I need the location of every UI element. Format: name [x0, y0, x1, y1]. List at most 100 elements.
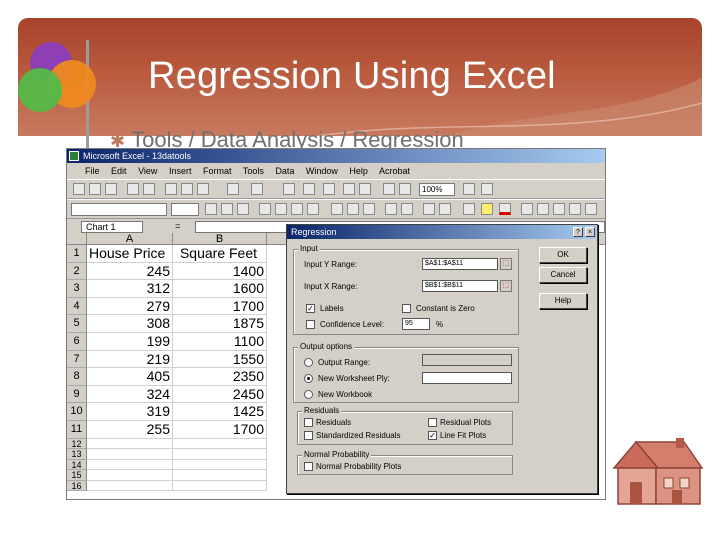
- cell-a[interactable]: 279: [87, 297, 173, 316]
- align-center-icon[interactable]: [275, 203, 287, 215]
- new-worksheet-name-field[interactable]: [422, 372, 512, 384]
- menu-format[interactable]: Format: [203, 166, 232, 176]
- row-header[interactable]: 4: [67, 297, 87, 316]
- row-header[interactable]: 5: [67, 315, 87, 333]
- dialog-help-icon[interactable]: ?: [573, 227, 583, 237]
- menu-acrobat[interactable]: Acrobat: [379, 166, 410, 176]
- row-header[interactable]: 9: [67, 385, 87, 404]
- clipboard-icon[interactable]: [585, 203, 597, 215]
- corner-select-all[interactable]: [67, 233, 87, 245]
- cut-icon[interactable]: [165, 183, 177, 195]
- cell-b[interactable]: Square Feet: [173, 245, 267, 263]
- cell-b[interactable]: 1425: [173, 403, 267, 421]
- cell-b[interactable]: [173, 438, 267, 450]
- print-icon[interactable]: [127, 183, 139, 195]
- menu-edit[interactable]: Edit: [111, 166, 127, 176]
- menu-data[interactable]: Data: [275, 166, 294, 176]
- row-header[interactable]: 11: [67, 421, 87, 439]
- percent-icon[interactable]: [347, 203, 359, 215]
- cell-a[interactable]: 255: [87, 421, 173, 439]
- name-box[interactable]: Chart 1: [81, 221, 143, 233]
- output-range-field[interactable]: [422, 354, 512, 366]
- cell-a[interactable]: [87, 470, 173, 481]
- cell-b[interactable]: 1550: [173, 350, 267, 369]
- toolbar-extra-icon[interactable]: [481, 183, 493, 195]
- row-header[interactable]: 16: [67, 480, 87, 492]
- row-header[interactable]: 2: [67, 262, 87, 281]
- cell-b[interactable]: 1600: [173, 280, 267, 298]
- confidence-level-field[interactable]: 95: [402, 318, 430, 330]
- cell-a[interactable]: 312: [87, 280, 173, 298]
- redo-icon[interactable]: [251, 183, 263, 195]
- cell-b[interactable]: 1875: [173, 315, 267, 333]
- column-header-a[interactable]: A: [87, 233, 173, 245]
- cell-a[interactable]: 405: [87, 368, 173, 386]
- menu-insert[interactable]: Insert: [169, 166, 192, 176]
- underline-icon[interactable]: [237, 203, 249, 215]
- cell-a[interactable]: 319: [87, 403, 173, 421]
- row-header[interactable]: 8: [67, 368, 87, 386]
- help-icon[interactable]: [463, 183, 475, 195]
- italic-icon[interactable]: [221, 203, 233, 215]
- cell-b[interactable]: 2450: [173, 385, 267, 404]
- new-workbook-radio[interactable]: [304, 390, 313, 399]
- sort-desc-icon[interactable]: [359, 183, 371, 195]
- sort-asc-icon[interactable]: [343, 183, 355, 195]
- font-size-box[interactable]: [171, 203, 199, 216]
- autosum-icon[interactable]: [303, 183, 315, 195]
- decrease-decimal-icon[interactable]: [401, 203, 413, 215]
- menu-help[interactable]: Help: [349, 166, 368, 176]
- row-header[interactable]: 15: [67, 470, 87, 481]
- zoom-in-icon[interactable]: [521, 203, 533, 215]
- cell-a[interactable]: 245: [87, 262, 173, 281]
- cell-b[interactable]: 2350: [173, 368, 267, 386]
- drawing-icon[interactable]: [399, 183, 411, 195]
- residuals-checkbox[interactable]: [304, 418, 313, 427]
- menu-view[interactable]: View: [138, 166, 157, 176]
- cell-b[interactable]: [173, 459, 267, 471]
- dialog-close-icon[interactable]: ×: [585, 227, 595, 237]
- preview-icon[interactable]: [143, 183, 155, 195]
- fill-color-icon[interactable]: [481, 203, 493, 215]
- cell-b[interactable]: 1700: [173, 421, 267, 439]
- cell-b[interactable]: 1400: [173, 262, 267, 281]
- zoom-out-icon[interactable]: [537, 203, 549, 215]
- row-header[interactable]: 6: [67, 333, 87, 351]
- currency-icon[interactable]: [331, 203, 343, 215]
- function-icon[interactable]: [323, 183, 335, 195]
- input-x-range-field[interactable]: $B$1:$B$11: [422, 280, 498, 292]
- cell-b[interactable]: 1100: [173, 333, 267, 351]
- residual-plots-checkbox[interactable]: [428, 418, 437, 427]
- input-x-collapse-icon[interactable]: ⬚: [500, 280, 512, 292]
- indent-icon[interactable]: [423, 203, 435, 215]
- cell-b[interactable]: [173, 449, 267, 460]
- cell-a[interactable]: 219: [87, 350, 173, 369]
- paste-icon[interactable]: [197, 183, 209, 195]
- cell-a[interactable]: 199: [87, 333, 173, 351]
- open-icon[interactable]: [89, 183, 101, 195]
- comma-icon[interactable]: [363, 203, 375, 215]
- cell-a[interactable]: [87, 459, 173, 471]
- new-icon[interactable]: [73, 183, 85, 195]
- hyperlink-icon[interactable]: [283, 183, 295, 195]
- outdent-icon[interactable]: [439, 203, 451, 215]
- column-header-b[interactable]: B: [173, 233, 267, 245]
- bold-icon[interactable]: [205, 203, 217, 215]
- help-button[interactable]: Help: [539, 293, 587, 309]
- constant-zero-checkbox[interactable]: [402, 304, 411, 313]
- font-name-box[interactable]: [71, 203, 167, 216]
- cell-a[interactable]: [87, 438, 173, 450]
- cell-a[interactable]: [87, 480, 173, 492]
- menu-window[interactable]: Window: [306, 166, 338, 176]
- labels-checkbox[interactable]: ✓: [306, 304, 315, 313]
- output-range-radio[interactable]: [304, 358, 313, 367]
- row-header[interactable]: 3: [67, 280, 87, 298]
- normal-probability-checkbox[interactable]: [304, 462, 313, 471]
- cell-a[interactable]: 324: [87, 385, 173, 404]
- cell-a[interactable]: [87, 449, 173, 460]
- save-icon[interactable]: [105, 183, 117, 195]
- undo-icon[interactable]: [227, 183, 239, 195]
- print-preview-icon[interactable]: [569, 203, 581, 215]
- cell-b[interactable]: [173, 470, 267, 481]
- row-header[interactable]: 7: [67, 350, 87, 369]
